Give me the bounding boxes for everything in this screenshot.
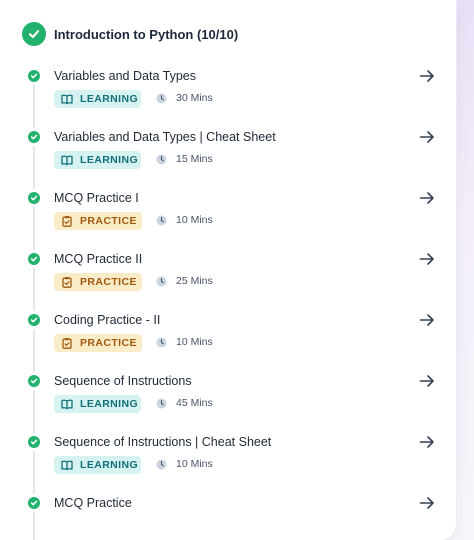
lesson-duration: 30 Mins <box>156 92 213 104</box>
duration-text: 25 Mins <box>176 275 213 287</box>
lesson-item[interactable]: Sequence of Instructions | Cheat Sheet LE… <box>0 433 456 497</box>
lesson-tag-badge: PRACTICE <box>54 212 142 230</box>
lesson-title[interactable]: Sequence of Instructions | Cheat Sheet <box>54 435 271 449</box>
lesson-duration: 10 Mins <box>156 458 213 470</box>
check-icon <box>28 314 40 326</box>
lesson-item[interactable]: MCQ Practice <box>0 494 456 540</box>
check-icon <box>28 253 40 265</box>
duration-text: 10 Mins <box>176 214 213 226</box>
lesson-title[interactable]: Variables and Data Types | Cheat Sheet <box>54 130 276 144</box>
tag-label: LEARNING <box>80 459 139 471</box>
lesson-tag-badge: LEARNING <box>54 90 141 108</box>
check-icon <box>28 497 40 509</box>
book-icon <box>61 154 73 166</box>
lesson-duration: 45 Mins <box>156 397 213 409</box>
lesson-duration: 15 Mins <box>156 153 213 165</box>
clock-icon <box>156 459 167 470</box>
arrow-right-icon[interactable] <box>418 372 436 390</box>
clipboard-icon <box>61 337 73 349</box>
arrow-right-icon[interactable] <box>418 494 436 512</box>
tag-label: PRACTICE <box>80 276 137 288</box>
check-circle-icon <box>22 22 46 46</box>
tag-label: PRACTICE <box>80 337 137 349</box>
tag-label: LEARNING <box>80 398 139 410</box>
lesson-item[interactable]: Variables and Data Types | Cheat Sheet LE… <box>0 128 456 192</box>
clock-icon <box>156 276 167 287</box>
check-icon <box>28 192 40 204</box>
arrow-right-icon[interactable] <box>418 189 436 207</box>
lesson-item[interactable]: MCQ Practice I PRACTICE 10 Mins <box>0 189 456 253</box>
lesson-tag-badge: PRACTICE <box>54 273 142 291</box>
lesson-title[interactable]: MCQ Practice I <box>54 191 139 205</box>
clock-icon <box>156 337 167 348</box>
book-icon <box>61 93 73 105</box>
tag-label: LEARNING <box>80 154 139 166</box>
arrow-right-icon[interactable] <box>418 128 436 146</box>
lesson-tag-badge: LEARNING <box>54 395 141 413</box>
lesson-title[interactable]: Coding Practice - II <box>54 313 160 327</box>
module-title: Introduction to Python (10/10) <box>54 26 239 42</box>
arrow-right-icon[interactable] <box>418 250 436 268</box>
lesson-title[interactable]: MCQ Practice <box>54 496 132 510</box>
lesson-item[interactable]: Variables and Data Types LEARNING 30 Mins <box>0 67 456 131</box>
clock-icon <box>156 398 167 409</box>
lesson-title[interactable]: MCQ Practice II <box>54 252 142 266</box>
lesson-item[interactable]: Sequence of Instructions LEARNING 45 Mins <box>0 372 456 436</box>
clock-icon <box>156 154 167 165</box>
clipboard-icon <box>61 215 73 227</box>
lesson-title[interactable]: Variables and Data Types <box>54 69 196 83</box>
arrow-right-icon[interactable] <box>418 67 436 85</box>
arrow-right-icon[interactable] <box>418 433 436 451</box>
tag-label: PRACTICE <box>80 215 137 227</box>
clock-icon <box>156 215 167 226</box>
lesson-tag-badge: LEARNING <box>54 456 141 474</box>
lesson-title[interactable]: Sequence of Instructions <box>54 374 192 388</box>
lesson-item[interactable]: MCQ Practice II PRACTICE 25 Mins <box>0 250 456 314</box>
book-icon <box>61 459 73 471</box>
lesson-duration: 25 Mins <box>156 275 213 287</box>
clock-icon <box>156 93 167 104</box>
duration-text: 10 Mins <box>176 458 213 470</box>
check-icon <box>28 436 40 448</box>
check-icon <box>28 375 40 387</box>
lesson-duration: 10 Mins <box>156 214 213 226</box>
duration-text: 45 Mins <box>176 397 213 409</box>
arrow-right-icon[interactable] <box>418 311 436 329</box>
duration-text: 15 Mins <box>176 153 213 165</box>
duration-text: 10 Mins <box>176 336 213 348</box>
book-icon <box>61 398 73 410</box>
lesson-item[interactable]: Coding Practice - II PRACTICE 10 Mins <box>0 311 456 375</box>
course-module-card: Introduction to Python (10/10) Variables… <box>0 0 456 540</box>
tag-label: LEARNING <box>80 93 139 105</box>
lesson-duration: 10 Mins <box>156 336 213 348</box>
module-header[interactable]: Introduction to Python (10/10) <box>22 21 238 47</box>
lesson-tag-badge: LEARNING <box>54 151 141 169</box>
lesson-tag-badge: PRACTICE <box>54 334 142 352</box>
clipboard-icon <box>61 276 73 288</box>
duration-text: 30 Mins <box>176 92 213 104</box>
check-icon <box>28 70 40 82</box>
check-icon <box>28 131 40 143</box>
